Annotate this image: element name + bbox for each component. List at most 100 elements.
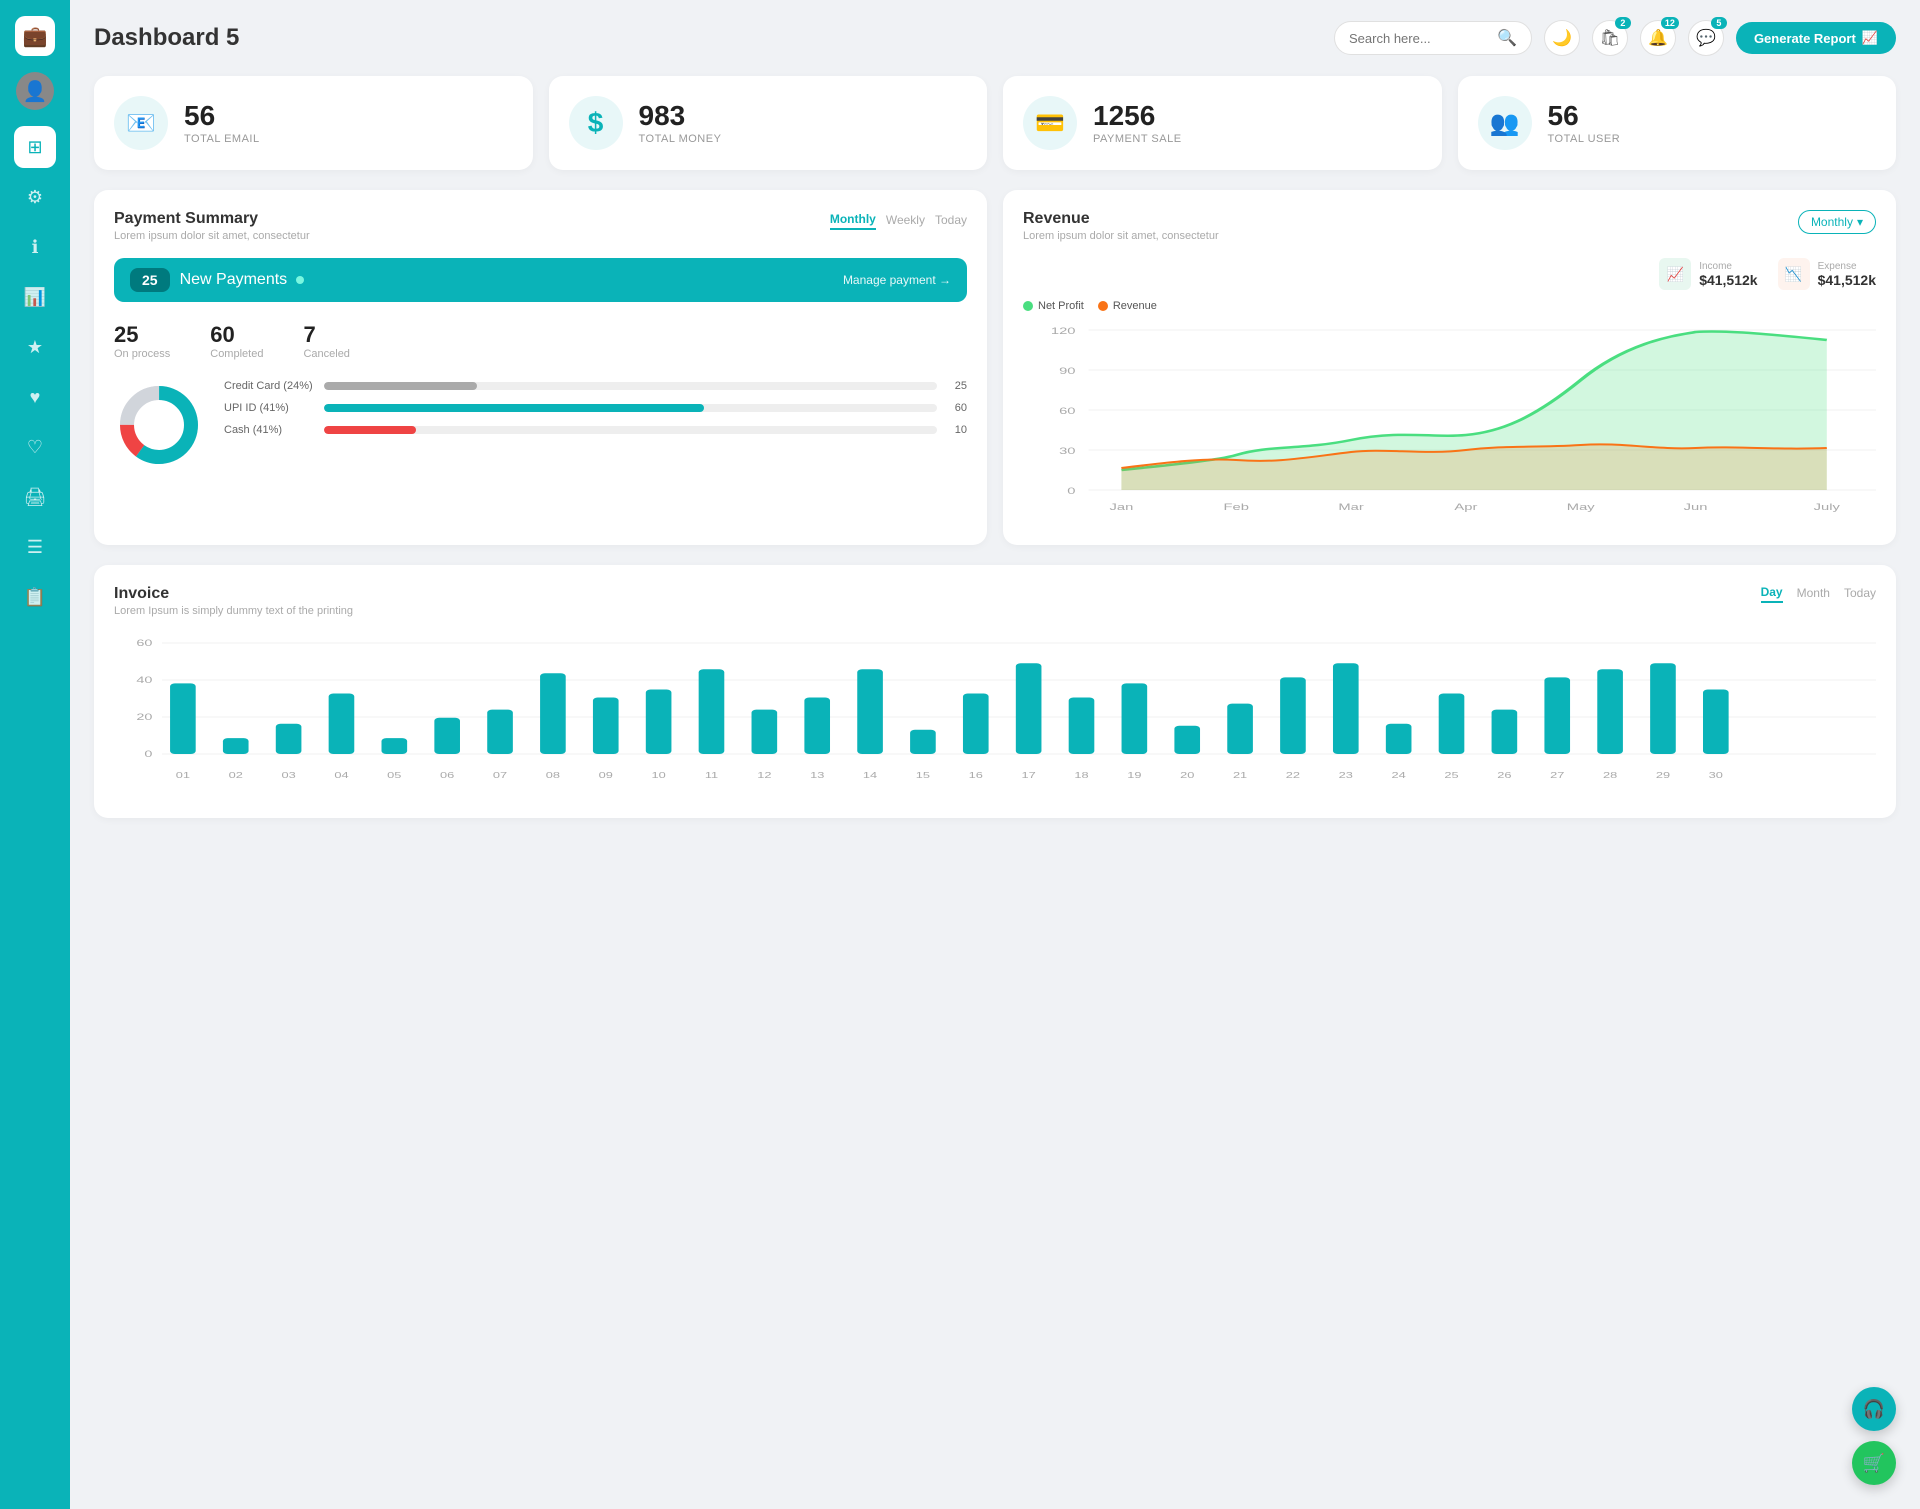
new-payments-count: 25 [130,268,170,292]
svg-text:28: 28 [1603,771,1617,780]
sidebar-item-star[interactable]: ★ [14,326,56,368]
on-process-label: On process [114,348,170,360]
revenue-monthly-dropdown[interactable]: Monthly ▾ [1798,210,1876,234]
payment-icon: 💳 [1023,96,1077,150]
chevron-down-icon: ▾ [1857,215,1863,229]
income-label: Income [1699,261,1757,272]
progress-count-cash: 10 [947,424,967,436]
sidebar-item-chart[interactable]: 📊 [14,276,56,318]
invoice-tab-today[interactable]: Today [1844,585,1876,603]
svg-text:Jan: Jan [1110,502,1134,512]
progress-count-cc: 25 [947,380,967,392]
completed-stat: 60 Completed [210,322,263,360]
sidebar-logo: 💼 [15,16,55,56]
revenue-chart-wrap: 120 90 60 30 0 Jan Feb Mar Apr May Jun J… [1023,320,1876,525]
revenue-dot [1098,301,1108,311]
income-value: $41,512k [1699,272,1757,288]
svg-text:03: 03 [281,771,295,780]
expense-icon-box: 📉 [1778,258,1810,290]
progress-bar-wrap-cc [324,382,937,390]
svg-text:12: 12 [757,771,771,780]
payment-numbers: 25 On process 60 Completed 7 Canceled [114,322,967,360]
cart-fab[interactable]: 🛒 [1852,1441,1896,1485]
progress-bar-wrap-cash [324,426,937,434]
stat-info-users: 56 TOTAL USER [1548,101,1621,146]
progress-label-cash: Cash (41%) [224,424,314,436]
svg-text:11: 11 [705,771,718,780]
stat-info-payment: 1256 PAYMENT SALE [1093,101,1182,146]
svg-text:17: 17 [1022,771,1036,780]
income-icon-box: 📈 [1659,258,1691,290]
search-input[interactable] [1349,31,1489,46]
svg-text:30: 30 [1059,446,1076,456]
payment-summary-subtitle: Lorem ipsum dolor sit amet, consectetur [114,230,310,242]
generate-report-button[interactable]: Generate Report 📈 [1736,22,1896,54]
money-label: TOTAL MONEY [639,133,722,145]
notification-button[interactable]: 🔔 12 [1640,20,1676,56]
cart-badge: 2 [1615,17,1631,29]
progress-bar-fill-cash [324,426,416,434]
invoice-bar-chart: 60 40 20 0 [114,633,1876,798]
progress-item-upi: UPI ID (41%) 60 [224,402,967,414]
svg-text:Apr: Apr [1454,502,1477,512]
money-value: 983 [639,101,722,132]
invoice-header: Invoice Lorem Ipsum is simply dummy text… [114,585,1876,617]
sidebar-item-file[interactable]: 📋 [14,576,56,618]
stat-card-money: $ 983 TOTAL MONEY [549,76,988,170]
sidebar-item-settings[interactable]: ⚙ [14,176,56,218]
sidebar-item-list[interactable]: ☰ [14,526,56,568]
svg-text:21: 21 [1233,771,1247,780]
revenue-dropdown-label: Monthly [1811,215,1853,229]
invoice-tab-month[interactable]: Month [1797,585,1830,603]
page-title: Dashboard 5 [94,24,239,52]
manage-payment-link[interactable]: Manage payment → [843,273,951,287]
payment-summary-header: Payment Summary Lorem ipsum dolor sit am… [114,210,967,242]
fab-group: 🎧 🛒 [1852,1387,1896,1485]
sidebar-item-heart-outline[interactable]: ♡ [14,426,56,468]
svg-text:26: 26 [1497,771,1511,780]
chart-icon: 📈 [1862,30,1878,46]
header: Dashboard 5 🔍 🌙 🛍 2 🔔 12 💬 5 Generate Re… [94,20,1896,56]
svg-text:08: 08 [546,771,560,780]
search-box[interactable]: 🔍 [1334,21,1532,55]
svg-text:29: 29 [1656,771,1670,780]
tab-weekly[interactable]: Weekly [886,211,925,229]
email-label: TOTAL EMAIL [184,133,260,145]
expense-info: Expense $41,512k [1818,261,1876,288]
cart-button[interactable]: 🛍 2 [1592,20,1628,56]
stats-row: 📧 56 TOTAL EMAIL $ 983 TOTAL MONEY 💳 125… [94,76,1896,170]
svg-text:July: July [1814,502,1841,512]
message-button[interactable]: 💬 5 [1688,20,1724,56]
svg-text:30: 30 [1709,771,1723,780]
sidebar-item-dashboard[interactable]: ⊞ [14,126,56,168]
stat-info-email: 56 TOTAL EMAIL [184,101,260,146]
middle-row: Payment Summary Lorem ipsum dolor sit am… [94,190,1896,545]
net-profit-label: Net Profit [1038,300,1084,312]
sidebar-item-info[interactable]: ℹ [14,226,56,268]
payment-label: PAYMENT SALE [1093,133,1182,145]
progress-label-cc: Credit Card (24%) [224,380,314,392]
invoice-tab-day[interactable]: Day [1761,585,1783,603]
svg-text:18: 18 [1074,771,1088,780]
sidebar-item-print[interactable]: 🖨 [14,476,56,518]
svg-text:24: 24 [1392,771,1406,780]
svg-text:06: 06 [440,771,454,780]
expense-value: $41,512k [1818,272,1876,288]
chart-legend: Net Profit Revenue [1023,300,1876,312]
dark-mode-toggle[interactable]: 🌙 [1544,20,1580,56]
headset-fab[interactable]: 🎧 [1852,1387,1896,1431]
payment-value: 1256 [1093,101,1182,132]
tab-today[interactable]: Today [935,211,967,229]
svg-text:01: 01 [176,771,190,780]
completed-value: 60 [210,322,263,348]
revenue-title-group: Revenue Lorem ipsum dolor sit amet, cons… [1023,210,1219,242]
new-payments-label: New Payments [180,271,304,289]
progress-count-upi: 60 [947,402,967,414]
sidebar-avatar[interactable]: 👤 [16,72,54,110]
expense-icon: 📉 [1785,266,1802,283]
main-content: Dashboard 5 🔍 🌙 🛍 2 🔔 12 💬 5 Generate Re… [70,0,1920,1509]
income-stat: 📈 Income $41,512k [1659,258,1757,290]
sidebar-item-heart-solid[interactable]: ♥ [14,376,56,418]
invoice-card: Invoice Lorem Ipsum is simply dummy text… [94,565,1896,818]
tab-monthly[interactable]: Monthly [830,210,876,230]
